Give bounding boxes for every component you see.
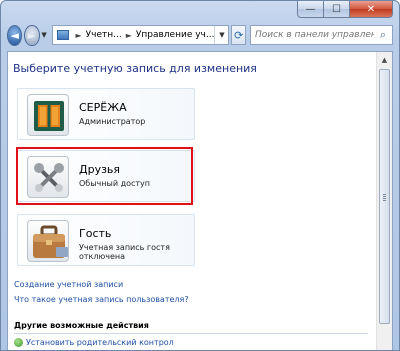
scroll-up-button[interactable]: ▲ — [377, 52, 392, 67]
refresh-icon: ⟳ — [234, 28, 244, 42]
account-name: СЕРЁЖА — [79, 101, 127, 114]
selection-highlight-box — [16, 147, 193, 205]
account-type: Администратор — [79, 117, 146, 126]
control-panel-window: — ☐ ✕ ◄ ► ▼ ► Учетн... ► Управление уч..… — [0, 0, 400, 351]
refresh-button[interactable]: ⟳ — [231, 25, 247, 45]
window-frame-avatar-icon — [27, 94, 69, 136]
breadcrumb-user-accounts[interactable]: Учетн... — [86, 30, 122, 40]
address-bar[interactable]: ► Учетн... ► Управление уч... ▼ — [51, 25, 230, 45]
account-tile-sergey[interactable]: СЕРЁЖА Администратор — [17, 88, 195, 140]
account-tile-guest[interactable]: Гость Учетная запись гостя отключена — [17, 214, 195, 266]
vertical-scrollbar[interactable]: ▲ — [376, 52, 392, 350]
chevron-up-icon: ▲ — [381, 55, 388, 64]
parental-control-link[interactable]: Установить родительский контрол — [14, 338, 174, 347]
arrow-right-icon: ► — [27, 28, 37, 42]
chevron-down-icon: ▼ — [41, 31, 47, 39]
account-type: Учетная запись гостя отключена — [79, 243, 170, 261]
briefcase-avatar-icon — [27, 220, 69, 262]
scroll-thumb[interactable] — [379, 69, 390, 324]
address-dropdown[interactable]: ▼ — [214, 26, 228, 44]
account-name: Гость — [79, 227, 112, 240]
divider — [14, 333, 368, 334]
navigation-bar: ◄ ► ▼ ► Учетн... ► Управление уч... ▼ ⟳ … — [7, 23, 394, 47]
chevron-right-icon: ► — [75, 30, 82, 40]
chevron-right-icon: ► — [125, 30, 132, 40]
create-account-link[interactable]: Создание учетной записи — [14, 280, 123, 289]
recent-pages-dropdown[interactable]: ▼ — [41, 31, 48, 39]
maximize-button[interactable]: ☐ — [323, 1, 349, 18]
minimize-button[interactable]: — — [297, 1, 323, 18]
main-content: Выберите учетную запись для изменения СЕ… — [7, 51, 393, 350]
maximize-icon: ☐ — [332, 3, 341, 15]
forward-button[interactable]: ► — [24, 24, 40, 46]
control-panel-icon — [56, 30, 69, 40]
search-icon[interactable]: ⌕ — [374, 28, 392, 42]
arrow-left-icon: ◄ — [10, 28, 19, 42]
close-icon: ✕ — [366, 3, 376, 15]
search-input[interactable] — [251, 30, 375, 40]
breadcrumb-manage-accounts[interactable]: Управление уч... — [136, 30, 215, 40]
other-actions-heading: Другие возможные действия — [14, 321, 149, 330]
parental-control-label: Установить родительский контрол — [26, 338, 174, 347]
chevron-down-icon: ▼ — [219, 31, 225, 39]
parental-control-icon — [14, 338, 23, 347]
what-is-account-link[interactable]: Что такое учетная запись пользователя? — [14, 295, 189, 304]
minimize-icon: — — [305, 3, 316, 15]
search-box[interactable]: ⌕ — [250, 25, 394, 45]
grip-icon — [383, 193, 386, 201]
close-button[interactable]: ✕ — [349, 1, 393, 18]
back-button[interactable]: ◄ — [7, 24, 23, 46]
caption-buttons: — ☐ ✕ — [297, 1, 393, 18]
page-title: Выберите учетную запись для изменения — [13, 62, 257, 75]
